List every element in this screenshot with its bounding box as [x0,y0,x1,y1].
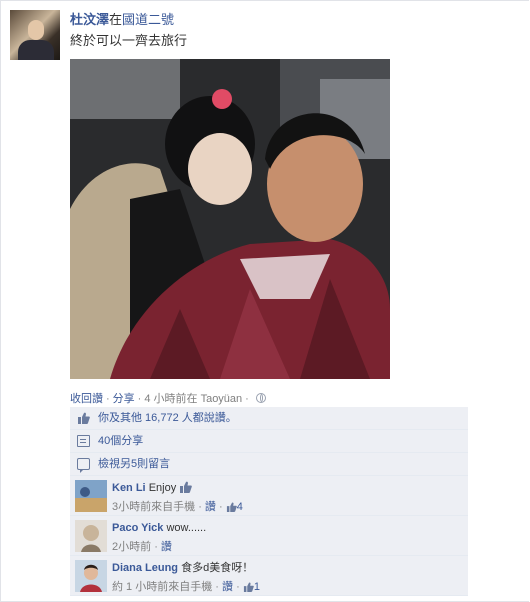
at-word: 在 [109,12,123,27]
commenter-avatar[interactable] [75,560,107,592]
like-icon [243,582,254,592]
story-message: 終於可以一齊去旅行 [70,33,188,48]
globe-icon [255,393,266,403]
commenter-name[interactable]: Ken Li [112,482,146,494]
likes-row: 你及其他 16,772 人都說讚。 [70,407,468,430]
view-more-row: 檢視另5則留言 [70,453,468,476]
commenter-name[interactable]: Diana Leung [112,562,178,574]
avatar-shirt [18,40,54,60]
comment-item: Diana Leung 食多d美食呀！ 約 1 小時前來自手機 · 讚 · 1 [70,556,468,596]
comment-like-link[interactable]: 讚 [205,501,216,513]
comment-text: 食多d美食呀！ [181,562,254,574]
timestamp[interactable]: 4 小時前在 Taoyüan [144,393,242,405]
share-link[interactable]: 分享 [113,393,135,405]
avatar-image [75,560,107,592]
author-name[interactable]: 杜汶澤 [70,12,109,27]
separator: · [215,581,219,593]
comment-time[interactable]: 約 1 小時前來自手機 [112,581,212,593]
shares-row: 40個分享 [70,430,468,453]
separator: · [137,393,142,405]
comment-like-count[interactable]: 1 [254,581,260,593]
commenter-avatar[interactable] [75,480,107,512]
view-more-comments[interactable]: 檢視另5則留言 [98,458,170,470]
like-icon [180,481,193,493]
comment-time[interactable]: 2小時前 [112,541,151,553]
story-header: 杜汶澤在國道二號 [70,11,174,28]
separator: · [218,501,223,513]
commenter-avatar[interactable] [75,520,107,552]
unlike-link[interactable]: 收回讚 [70,393,103,405]
comment-text: Enjoy [148,482,177,494]
comment-item: Paco Yick wow...... 2小時前 · 讚 [70,516,468,556]
comment-time[interactable]: 3小時前來自手機 [112,501,195,513]
avatar-face [28,20,44,40]
separator: · [106,393,110,405]
shares-count[interactable]: 40個分享 [98,435,143,447]
commenter-name[interactable]: Paco Yick [112,522,163,534]
comment-item: Ken Li Enjoy 3小時前來自手機 · 讚 · 4 [70,476,468,516]
comment-like-link[interactable]: 讚 [161,541,172,553]
comment-text: wow...... [166,522,207,534]
author-avatar[interactable] [10,10,60,60]
separator: · [236,581,240,593]
avatar-image [75,480,107,512]
avatar-image [75,520,107,552]
comment-icon [77,458,90,473]
comment-like-link[interactable]: 讚 [222,581,233,593]
share-icon [77,435,90,447]
story-actions: 收回讚 · 分享 · 4 小時前在 Taoyüan · [70,390,266,406]
location-link[interactable]: 國道二號 [122,12,174,27]
like-icon [226,502,237,512]
likes-summary[interactable]: 你及其他 16,772 人都說讚。 [98,412,237,424]
feed-story: 杜汶澤在國道二號 終於可以一齊去旅行 收回讚 · 分享 · 4 小時前在 Tao… [0,0,530,602]
separator: · [154,541,158,553]
separator: · [198,501,202,513]
ufi-panel: 你及其他 16,772 人都說讚。 40個分享 檢視另5則留言 Ken Li E… [70,407,468,596]
separator: · [245,393,249,405]
like-icon [78,412,90,424]
story-photo[interactable] [70,59,390,379]
photo-illustration [70,59,390,379]
comment-like-count[interactable]: 4 [237,501,243,513]
